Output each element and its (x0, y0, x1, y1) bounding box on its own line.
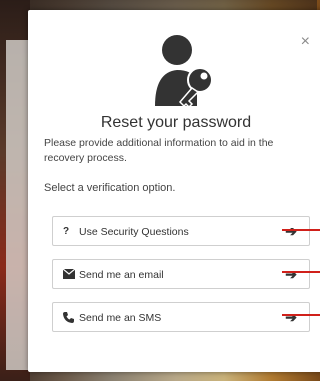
option-label: Send me an SMS (79, 312, 162, 324)
user-key-icon (150, 28, 220, 118)
dialog-description: Please provide additional information to… (44, 137, 274, 164)
dialog-title: Reset your password (100, 114, 252, 131)
annotation-line-2 (282, 271, 320, 273)
close-button[interactable]: × (301, 34, 310, 50)
send-sms-button[interactable]: Send me an SMS ➔ (52, 302, 310, 332)
background-panel (6, 40, 28, 370)
arrow-right-icon: ➔ (285, 266, 297, 282)
option-label: Send me an email (79, 269, 164, 281)
option-label: Use Security Questions (79, 226, 189, 238)
question-icon: ? (63, 226, 70, 237)
send-email-button[interactable]: Send me an email ➔ (52, 259, 310, 289)
phone-icon (63, 312, 74, 326)
arrow-right-icon: ➔ (285, 223, 297, 239)
arrow-right-icon: ➔ (285, 309, 297, 325)
security-questions-button[interactable]: ? Use Security Questions ➔ (52, 216, 310, 246)
annotation-line-3 (282, 314, 320, 316)
reset-password-dialog: × Reset your password Please provide add… (28, 10, 320, 372)
verification-subheading: Select a verification option. (44, 182, 176, 194)
envelope-icon (62, 268, 76, 282)
annotation-line-1 (282, 229, 320, 231)
